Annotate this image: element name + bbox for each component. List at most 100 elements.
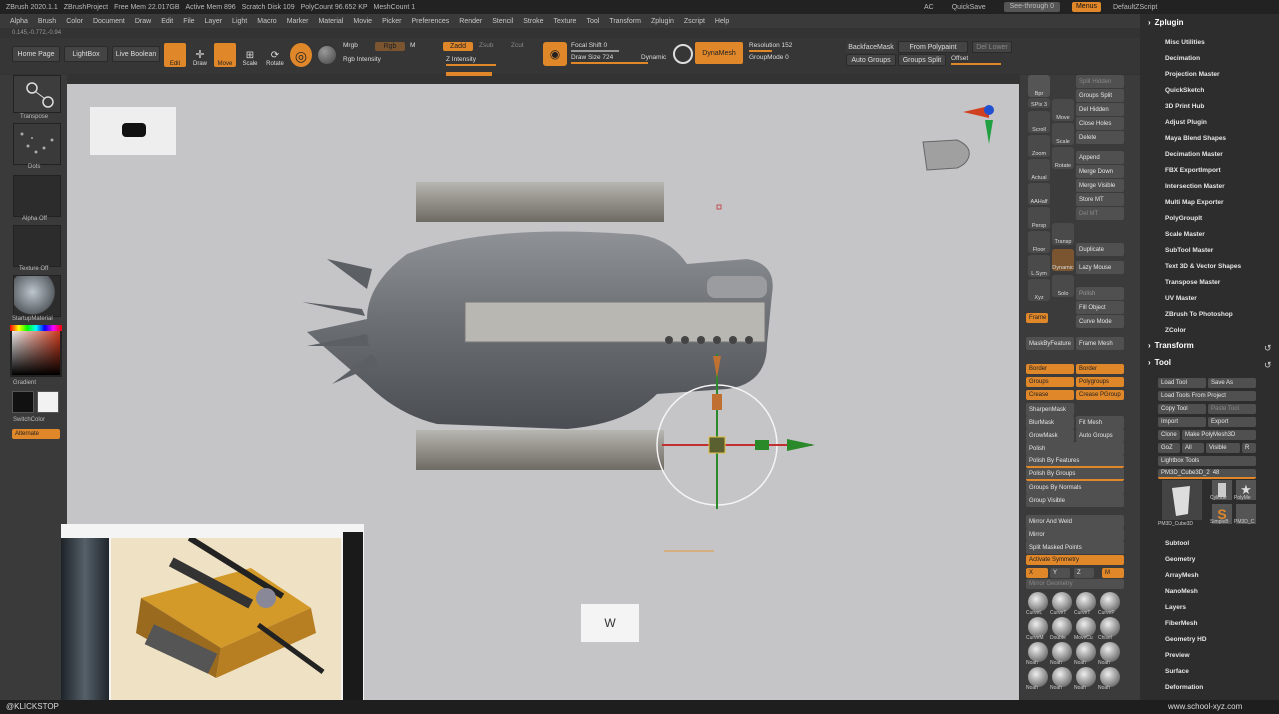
goz-r-button[interactable]: R [1242,443,1256,453]
tool-thumb-main[interactable] [1162,480,1202,520]
brush-curvet2-icon[interactable] [1076,592,1096,612]
resolution-slider[interactable]: Resolution 152 [749,42,839,52]
export-button[interactable]: Export [1208,417,1256,427]
fill-object-button[interactable]: Fill Object [1076,301,1124,314]
paste-tool-button[interactable]: Paste Tool [1208,404,1256,414]
menus-toggle[interactable]: Menus [1071,2,1101,12]
focal-shift-icon[interactable]: ◉ [543,42,567,66]
frame-toggle[interactable]: Frame [1026,313,1048,323]
transpose-gizmo-button[interactable]: ◎ [290,43,312,67]
lazy-mouse-button[interactable]: Lazy Mouse [1076,261,1124,274]
brush-noah-icon[interactable] [1028,667,1048,687]
alternate-button[interactable]: Alternate [12,429,60,439]
zplugin-header[interactable]: › Zplugin [1148,18,1184,27]
focal-shift-slider[interactable]: Focal Shift 0 [571,42,667,52]
brush-noah-icon[interactable] [1100,667,1120,687]
frame-mesh-button[interactable]: Frame Mesh [1076,337,1124,350]
backface-mask-button[interactable]: BackfaceMask [846,41,896,53]
clone-button[interactable]: Clone [1158,430,1180,440]
scale-tool-button[interactable]: ⊞ Scale [239,43,261,67]
plugin-item[interactable]: Decimation [1165,55,1200,62]
brush-noah-icon[interactable] [1028,642,1048,662]
brush-movecu-icon[interactable] [1076,617,1096,637]
plugin-item[interactable]: QuickSketch [1165,87,1204,94]
menu-zscript[interactable]: Zscript [684,18,705,25]
fit-mesh-button[interactable]: Fit Mesh [1076,416,1124,429]
sharpen-mask-button[interactable]: SharpenMask [1026,403,1074,416]
stroke-thumb[interactable] [13,123,61,165]
see-through-slider[interactable]: See-through 0 [1003,2,1060,12]
floor-button[interactable]: Floor [1028,231,1050,253]
menu-brush[interactable]: Brush [38,18,56,25]
save-as-button[interactable]: Save As [1208,378,1256,388]
menu-light[interactable]: Light [232,18,247,25]
curve-mode-button[interactable]: Curve Mode [1076,315,1124,328]
merge-down-button[interactable]: Merge Down [1076,165,1124,178]
delete-button[interactable]: Delete [1076,131,1124,144]
reset-icon[interactable]: ↺ [1264,360,1272,371]
orientation-axis-gizmo[interactable] [922,105,994,171]
quicksave-button[interactable]: QuickSave [952,4,986,11]
lightbox-tools-button[interactable]: Lightbox Tools [1158,456,1256,466]
menu-material[interactable]: Material [318,18,343,25]
tool-header[interactable]: › Tool [1148,358,1171,367]
groups-toggle[interactable]: Groups [1026,377,1074,387]
goz-visible-button[interactable]: Visible [1206,443,1240,453]
plugin-item[interactable]: Misc Utilities [1165,39,1205,46]
m-toggle[interactable]: M [410,42,420,52]
menu-help[interactable]: Help [715,18,729,25]
switch-color-button[interactable]: SwitchColor [13,417,45,423]
mirror-geometry-button[interactable]: Mirror Geometry [1026,579,1124,589]
preview-subpalette[interactable]: Preview [1165,652,1190,659]
menu-texture[interactable]: Texture [553,18,576,25]
sym-y-toggle[interactable]: Y [1050,568,1070,578]
del-lower-button[interactable]: Del Lower [972,41,1012,53]
plugin-item[interactable]: PolyGroupIt [1165,215,1202,222]
brush-curvep-icon[interactable] [1100,592,1120,612]
current-tool-slider[interactable]: PM3D_Cube3D_2 48 [1158,469,1256,479]
bpr-button[interactable]: Bpr [1028,75,1050,97]
color-picker[interactable] [10,325,62,377]
mirror-and-weld-button[interactable]: Mirror And Weld [1026,515,1124,528]
offset-slider[interactable]: Offset [951,55,1035,65]
merge-visible-button[interactable]: Merge Visible [1076,179,1124,192]
mrgb-toggle[interactable]: Mrgb [343,42,373,52]
menu-alpha[interactable]: Alpha [10,18,28,25]
load-tool-button[interactable]: Load Tool [1158,378,1206,388]
nanomesh-subpalette[interactable]: NanoMesh [1165,588,1198,595]
split-hidden-button[interactable]: Split Hidden [1076,75,1124,88]
plugin-item[interactable]: Projection Master [1165,71,1220,78]
actual-button[interactable]: Actual [1028,159,1050,181]
transp-button[interactable]: Transp [1052,223,1074,245]
alpha-thumb[interactable] [13,175,61,217]
geometry-subpalette[interactable]: Geometry [1165,556,1195,563]
group-visible-button[interactable]: Group Visible [1026,494,1124,507]
solo-button[interactable]: Solo [1052,275,1074,297]
mask-by-feature-button[interactable]: MaskByFeature [1026,337,1074,350]
brush-noah-icon[interactable] [1076,642,1096,662]
crease-pgroup-toggle[interactable]: Crease PGroup [1076,390,1124,400]
blur-mask-button[interactable]: BlurMask [1026,416,1074,429]
from-polypaint-button[interactable]: From Polypaint [898,41,968,53]
menu-edit[interactable]: Edit [161,18,173,25]
menu-marker[interactable]: Marker [287,18,309,25]
sym-m-toggle[interactable]: M [1102,568,1124,578]
groups-split-button[interactable]: Groups Split [898,54,946,66]
transpose-brush-thumb[interactable] [13,75,61,113]
move-view-button[interactable]: Move [1052,99,1074,121]
home-page-button[interactable]: Home Page [12,46,60,62]
brush-curvel-icon[interactable] [1028,592,1048,612]
fibermesh-subpalette[interactable]: FiberMesh [1165,620,1198,627]
arraymesh-subpalette[interactable]: ArrayMesh [1165,572,1199,579]
plugin-item[interactable]: Transpose Master [1165,279,1220,286]
group-mode-slider[interactable]: GroupMode 0 [749,54,839,64]
store-mt-button[interactable]: Store MT [1076,193,1124,206]
crease-toggle[interactable]: Crease [1026,390,1074,400]
border-left-toggle[interactable]: Border [1026,364,1074,374]
deformation-subpalette[interactable]: Deformation [1165,684,1203,691]
make-polymesh-button[interactable]: Make PolyMesh3D [1182,430,1256,440]
border-right-toggle[interactable]: Border [1076,364,1124,374]
persp-button[interactable]: Persp [1028,207,1050,229]
edit-tool-button[interactable]: Edit [164,43,186,67]
close-holes-button[interactable]: Close Holes [1076,117,1124,130]
